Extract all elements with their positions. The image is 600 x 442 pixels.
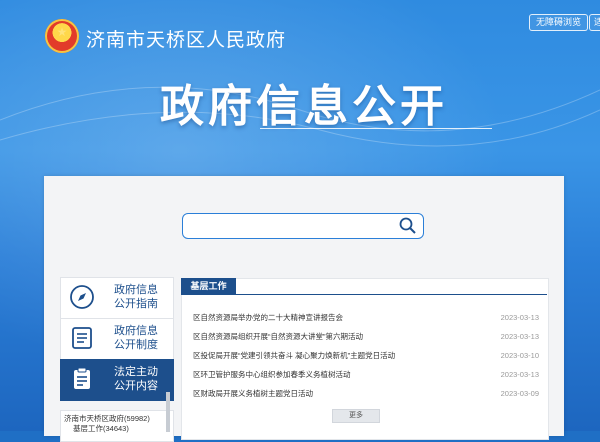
elderly-mode-button[interactable]: 适 xyxy=(589,14,600,31)
nav-item-disclosure-system[interactable]: 政府信息 公开制度 xyxy=(60,318,174,360)
list-item[interactable]: 区财政局开展义务植树主题党日活动 2023-03-09 xyxy=(193,387,539,401)
search-icon[interactable] xyxy=(398,216,418,236)
list-item-date: 2023-03-13 xyxy=(500,332,539,341)
list-item-title[interactable]: 区财政局开展义务植树主题党日活动 xyxy=(193,387,313,401)
list-item-title[interactable]: 区环卫管护服务中心组织参加春季义务植树活动 xyxy=(193,368,351,382)
nav-item-disclosure-guide[interactable]: 政府信息 公开指南 xyxy=(60,277,174,319)
list-item-title[interactable]: 区自然资源局举办党的二十大精神宣讲报告会 xyxy=(193,311,343,325)
nav-item-label: 政府信息 公开指南 xyxy=(114,284,158,310)
clipboard-icon xyxy=(74,367,90,389)
list-item[interactable]: 区环卫管护服务中心组织参加春季义务植树活动 2023-03-13 xyxy=(193,368,539,382)
category-tree: 济南市天桥区政府(59982) 基层工作(34643) xyxy=(60,410,174,442)
list-item-date: 2023-03-13 xyxy=(500,370,539,379)
more-button[interactable]: 更多 xyxy=(332,409,380,423)
nav-item-label: 政府信息 公开制度 xyxy=(114,325,158,351)
search-box[interactable] xyxy=(182,213,424,239)
site-title[interactable]: 济南市天桥区人民政府 xyxy=(86,25,286,52)
list-item[interactable]: 区自然资源局组织开展“自然资源大讲堂”第六期活动 2023-03-13 xyxy=(193,330,539,344)
compass-icon xyxy=(70,285,94,309)
nav-item-label: 法定主动 公开内容 xyxy=(114,366,158,392)
nav-item-statutory-disclosure[interactable]: 法定主动 公开内容 xyxy=(60,359,174,401)
list-item-date: 2023-03-10 xyxy=(500,351,539,360)
accessible-browsing-button[interactable]: 无障碍浏览 xyxy=(529,14,589,31)
tab-grassroots-work[interactable]: 基层工作 xyxy=(181,278,236,295)
list-item-date: 2023-03-09 xyxy=(500,389,539,398)
list-item[interactable]: 区投促局开展“党建引领共奋斗 凝心聚力焕新机”主题党日活动 2023-03-10 xyxy=(193,349,539,363)
national-emblem-icon: ★ xyxy=(45,19,79,53)
tree-scrollbar[interactable] xyxy=(166,392,170,432)
list-item-title[interactable]: 区自然资源局组织开展“自然资源大讲堂”第六期活动 xyxy=(193,330,363,344)
title-underline xyxy=(260,128,492,129)
tree-node-child[interactable]: 基层工作(34643) xyxy=(73,423,129,434)
list-item-date: 2023-03-13 xyxy=(500,313,539,322)
page-title: 政府信息公开 xyxy=(160,81,448,132)
list-item-title[interactable]: 区投促局开展“党建引领共奋斗 凝心聚力焕新机”主题党日活动 xyxy=(193,349,395,363)
list-item[interactable]: 区自然资源局举办党的二十大精神宣讲报告会 2023-03-13 xyxy=(193,311,539,325)
document-list-icon xyxy=(72,327,92,349)
